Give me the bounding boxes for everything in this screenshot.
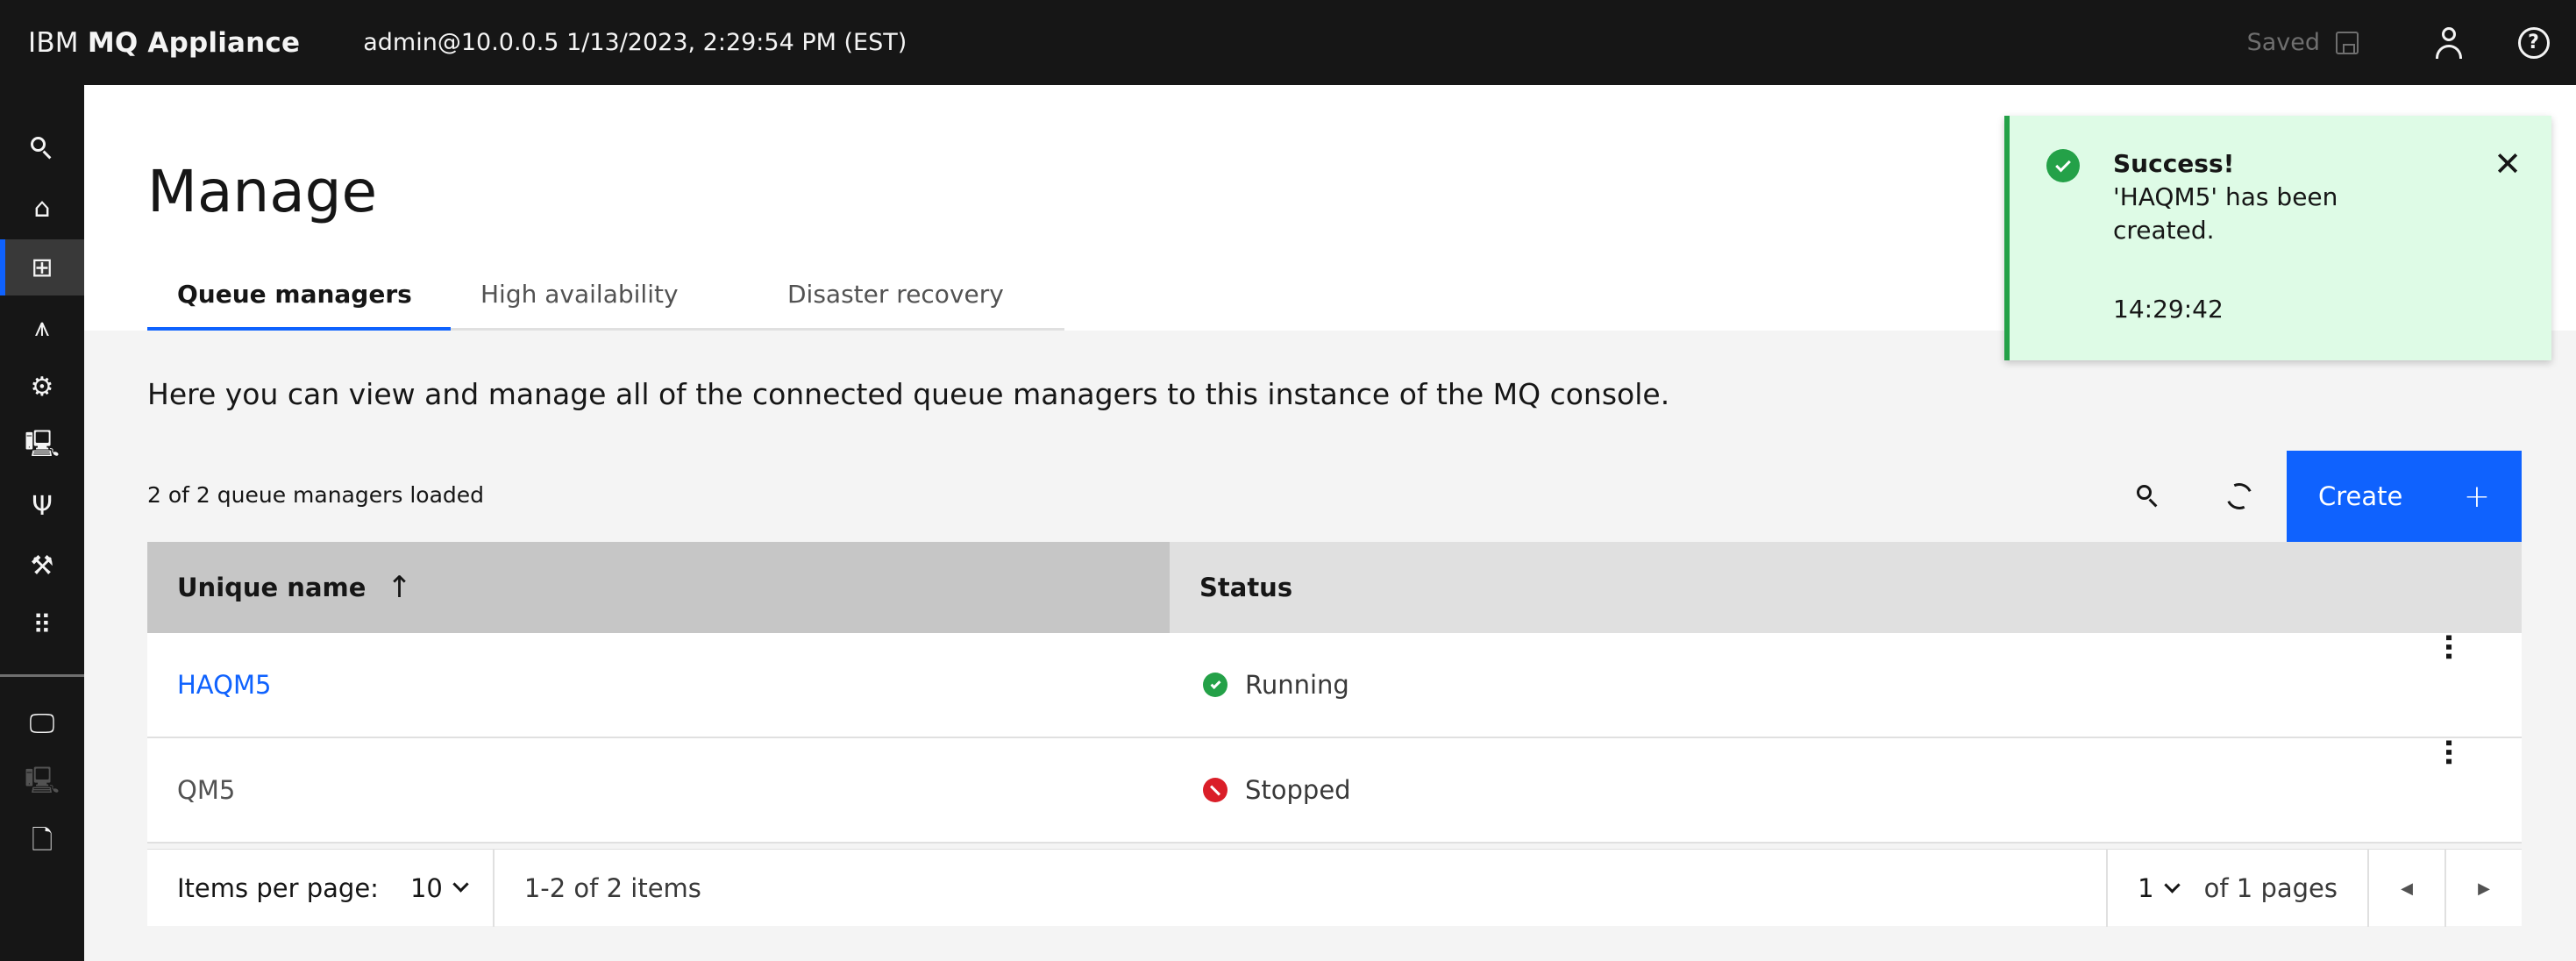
create-button[interactable]: Create + (2287, 451, 2522, 542)
status-cell: Running (1170, 670, 1349, 700)
network-icon: ⩚ (34, 311, 50, 343)
intro-text: Here you can view and manage all of the … (147, 377, 1670, 411)
app-brand[interactable]: IBM MQ Appliance (28, 27, 300, 59)
toast-title: Success! (2113, 149, 2235, 178)
nav-topology[interactable]: Ψ (0, 478, 84, 534)
page-value: 1 (2138, 873, 2154, 903)
create-label: Create (2318, 481, 2403, 511)
caret-left-icon: ◀ (2401, 879, 2413, 898)
save-icon (2336, 31, 2359, 54)
toast-timestamp: 14:29:42 (2113, 295, 2224, 324)
saved-status: Saved (2247, 29, 2359, 56)
nav-home[interactable]: ⌂ (0, 180, 84, 236)
queue-manager-name: QM5 (177, 775, 236, 805)
help-button[interactable]: ? (2491, 0, 2576, 85)
table-header: Unique name ↑ Status (147, 542, 2522, 633)
search-icon (2137, 485, 2160, 508)
refresh-button[interactable] (2194, 451, 2285, 542)
nav-settings[interactable]: ⚙ (0, 359, 84, 415)
brand-name: MQ Appliance (87, 26, 301, 59)
caret-right-icon: ▶ (2478, 879, 2490, 898)
nav-disabled-monitor: 🖳 (0, 755, 84, 811)
page-select[interactable]: 1 (2106, 850, 2207, 927)
topology-icon: Ψ (32, 490, 53, 522)
status-label: Stopped (1245, 775, 1351, 805)
page-title: Manage (147, 158, 378, 225)
next-page-button[interactable]: ▶ (2444, 850, 2522, 927)
column-label: Unique name (177, 573, 366, 602)
toast-message: 'HAQM5' has been created. (2113, 182, 2338, 245)
nav-search[interactable] (0, 120, 84, 176)
page-controls: 1 of 1 pages ◀ ▶ (2106, 850, 2522, 927)
user-button[interactable] (2406, 0, 2491, 85)
side-nav: ⌂ ⊞ ⩚ ⚙ 🖳 Ψ ⚒ ⠿ 🖵 🖳 🗋 (0, 85, 84, 961)
page-total: of 1 pages (2203, 873, 2338, 903)
chevron-down-icon (452, 876, 469, 893)
status-cell: Stopped (1170, 775, 1351, 805)
search-icon (31, 137, 53, 160)
chevron-down-icon (2163, 876, 2181, 893)
add-icon: + (2463, 478, 2490, 515)
tab-disaster-recovery[interactable]: Disaster recovery (758, 260, 1064, 331)
brand-prefix: IBM (28, 26, 79, 59)
nav-manage[interactable]: ⊞ (0, 239, 84, 295)
disabled-monitor-icon: 🖳 (24, 765, 60, 796)
tools-icon: ⚒ (30, 550, 54, 581)
saved-label: Saved (2246, 29, 2320, 56)
header-actions: Saved ? (2247, 0, 2576, 85)
pagination: Items per page: 10 1-2 of 2 items 1 of 1… (147, 849, 2522, 927)
column-label: Status (1199, 573, 1293, 602)
checkmark-filled-icon (2046, 149, 2080, 182)
status-label: Running (1245, 670, 1349, 700)
tab-high-availability[interactable]: High availability (451, 260, 758, 331)
loaded-count: 2 of 2 queue managers loaded (147, 482, 485, 508)
gear-icon: ⚙ (30, 371, 54, 402)
nav-divider (0, 674, 84, 677)
close-icon[interactable]: ✕ (2494, 147, 2522, 181)
running-status-icon (1203, 673, 1228, 697)
previous-page-button[interactable]: ◀ (2367, 850, 2444, 927)
user-icon (2435, 26, 2462, 59)
items-per-page: Items per page: 10 (147, 849, 495, 927)
refresh-icon (2222, 479, 2257, 514)
overflow-menu-button[interactable]: ⋯ (2432, 633, 2466, 738)
success-toast: Success! 'HAQM5' has been created. 14:29… (2004, 116, 2551, 360)
help-icon: ? (2517, 26, 2550, 59)
system-monitor-icon: 🖵 (29, 708, 55, 739)
table-row: HAQM5 Running ⋯ (147, 633, 2522, 738)
tab-queue-managers[interactable]: Queue managers (147, 260, 451, 331)
apps-grid-icon: ⠿ (32, 609, 52, 641)
items-per-page-label: Items per page: (177, 872, 379, 903)
nav-tools[interactable]: ⚒ (0, 537, 84, 594)
column-header-status: Status (1170, 542, 2522, 633)
queue-manager-link[interactable]: HAQM5 (147, 670, 1170, 700)
nav-apps[interactable]: ⠿ (0, 597, 84, 653)
session-info: admin@10.0.0.5 1/13/2023, 2:29:54 PM (ES… (363, 29, 907, 56)
top-header: IBM MQ Appliance admin@10.0.0.5 1/13/202… (0, 0, 2576, 85)
nav-network[interactable]: ⩚ (0, 299, 84, 355)
items-per-page-value: 10 (409, 872, 443, 903)
sort-ascending-icon: ↑ (387, 570, 412, 605)
nav-system-monitor[interactable]: 🖵 (0, 695, 84, 751)
column-header-unique-name[interactable]: Unique name ↑ (147, 542, 1170, 633)
monitor-icon: 🖳 (24, 428, 60, 459)
nav-files[interactable]: 🗋 (0, 815, 84, 871)
table-row: QM5 Stopped ⋯ (147, 738, 2522, 844)
document-icon: 🗋 (31, 824, 53, 856)
item-range: 1-2 of 2 items (523, 872, 701, 903)
items-per-page-select[interactable]: 10 (409, 872, 469, 903)
overflow-menu-button[interactable]: ⋯ (2432, 738, 2466, 844)
stopped-status-icon (1203, 778, 1228, 802)
home-icon: ⌂ (33, 192, 51, 224)
table-search-button[interactable] (2103, 451, 2194, 542)
tab-list: Queue managers High availability Disaste… (147, 260, 1064, 331)
nav-monitor[interactable]: 🖳 (0, 418, 84, 474)
table-icon: ⊞ (31, 252, 53, 283)
queue-manager-table: Unique name ↑ Status HAQM5 Running ⋯ QM5… (147, 542, 2522, 844)
